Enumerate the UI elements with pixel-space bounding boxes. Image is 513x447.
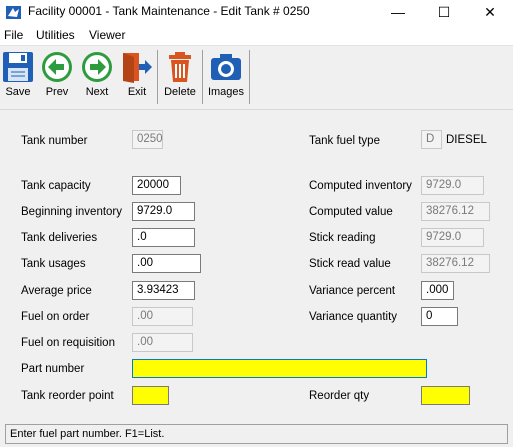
prev-label: Prev xyxy=(45,86,69,98)
images-label: Images xyxy=(207,86,245,98)
menu-utilities[interactable]: Utilities xyxy=(36,28,75,42)
menu-file[interactable]: File xyxy=(4,28,23,42)
next-button[interactable]: Next xyxy=(80,50,114,106)
fuel-type-description: DIESEL xyxy=(446,134,487,146)
save-label: Save xyxy=(5,86,31,98)
computed-inventory-field: 9729.0 xyxy=(421,176,484,195)
variance-quantity-label: Variance quantity xyxy=(309,311,398,323)
exit-door-icon xyxy=(123,53,152,83)
prev-button[interactable]: Prev xyxy=(40,50,74,106)
variance-percent-field[interactable]: .000 xyxy=(421,281,454,300)
camera-icon xyxy=(211,54,241,80)
tank-deliveries-field[interactable]: .0 xyxy=(132,228,195,247)
save-button[interactable]: Save xyxy=(1,50,35,106)
variance-quantity-field[interactable]: 0 xyxy=(421,307,458,326)
tank-reorder-point-label: Tank reorder point xyxy=(21,390,114,402)
minimize-button[interactable]: — xyxy=(375,0,421,24)
tank-capacity-label: Tank capacity xyxy=(21,180,91,192)
right-arrow-icon xyxy=(82,52,112,82)
status-message: Enter fuel part number. F1=List. xyxy=(5,424,508,444)
delete-button[interactable]: Delete xyxy=(162,50,198,106)
toolbar-separator xyxy=(249,50,250,104)
toolbar: Save Prev Next Exit Delete Images xyxy=(0,45,513,110)
part-number-input[interactable] xyxy=(132,359,427,378)
tank-usages-field[interactable]: .00 xyxy=(132,254,201,273)
stick-read-value-field: 38276.12 xyxy=(421,254,490,273)
tank-form: Tank number Tank capacity Beginning inve… xyxy=(0,110,513,420)
toolbar-separator xyxy=(157,50,158,104)
computed-value-label: Computed value xyxy=(309,206,393,218)
stick-read-value-label: Stick read value xyxy=(309,258,391,270)
close-button[interactable]: ✕ xyxy=(467,0,513,24)
average-price-field[interactable]: 3.93423 xyxy=(132,281,195,300)
maximize-button[interactable]: ☐ xyxy=(421,0,467,24)
tank-deliveries-label: Tank deliveries xyxy=(21,232,98,244)
floppy-disk-icon xyxy=(3,52,33,82)
stick-reading-label: Stick reading xyxy=(309,232,376,244)
fuel-on-order-field: .00 xyxy=(132,307,193,326)
trash-can-icon xyxy=(169,52,191,82)
app-logo-icon xyxy=(6,6,21,19)
stick-reading-field: 9729.0 xyxy=(421,228,484,247)
fuel-on-order-label: Fuel on order xyxy=(21,311,90,323)
title-bar: Facility 00001 - Tank Maintenance - Edit… xyxy=(0,0,513,24)
delete-label: Delete xyxy=(164,86,196,98)
reorder-qty-label: Reorder qty xyxy=(309,390,370,402)
fuel-on-requisition-field: .00 xyxy=(132,333,193,352)
exit-button[interactable]: Exit xyxy=(120,50,154,106)
reorder-qty-input[interactable] xyxy=(421,386,470,405)
part-number-label: Part number xyxy=(21,363,85,375)
average-price-label: Average price xyxy=(21,285,92,297)
tank-reorder-point-input[interactable] xyxy=(132,386,169,405)
beginning-inventory-label: Beginning inventory xyxy=(21,206,123,218)
status-bar: Enter fuel part number. F1=List. xyxy=(0,420,513,447)
computed-inventory-label: Computed inventory xyxy=(309,180,412,192)
left-arrow-icon xyxy=(42,52,72,82)
tank-number-label: Tank number xyxy=(21,135,88,147)
toolbar-separator xyxy=(202,50,203,104)
tank-fuel-type-label: Tank fuel type xyxy=(309,135,380,147)
window-title: Facility 00001 - Tank Maintenance - Edit… xyxy=(28,4,310,18)
menu-bar: File Utilities Viewer xyxy=(0,25,513,45)
next-label: Next xyxy=(85,86,109,98)
variance-percent-label: Variance percent xyxy=(309,285,396,297)
computed-value-field: 38276.12 xyxy=(421,202,490,221)
tank-number-field: 0250 xyxy=(132,130,163,149)
exit-label: Exit xyxy=(127,86,147,98)
tank-usages-label: Tank usages xyxy=(21,258,86,270)
fuel-type-code-field: D xyxy=(421,130,442,149)
tank-capacity-field[interactable]: 20000 xyxy=(132,176,181,195)
beginning-inventory-field[interactable]: 9729.0 xyxy=(132,202,195,221)
fuel-on-requisition-label: Fuel on requisition xyxy=(21,337,115,349)
images-button[interactable]: Images xyxy=(206,50,246,106)
menu-viewer[interactable]: Viewer xyxy=(89,28,125,42)
